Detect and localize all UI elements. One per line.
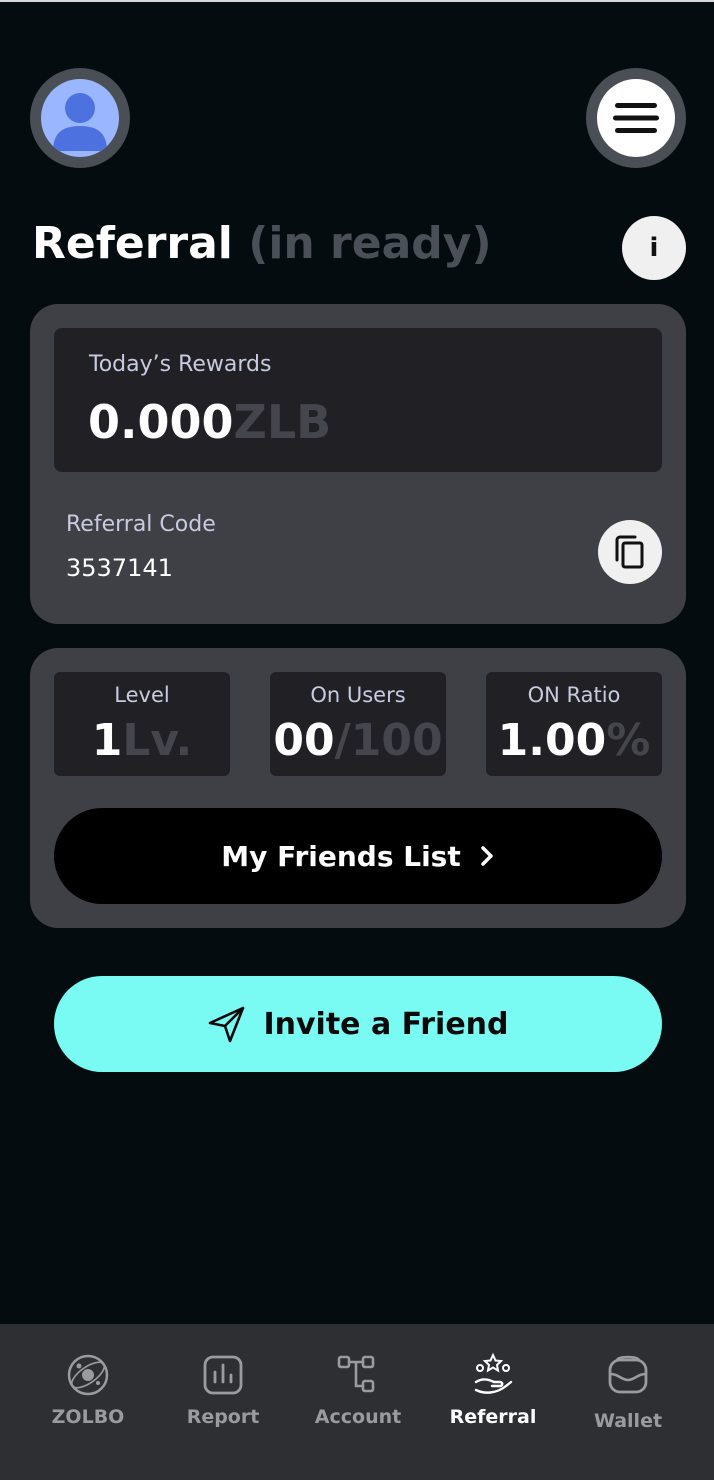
stats-card: Level 1Lv. On Users 00/100 ON Ratio 1.00…	[30, 648, 686, 928]
copy-code-button[interactable]	[598, 520, 662, 584]
level-label: Level	[114, 683, 170, 707]
on-users-max: /100	[334, 715, 443, 766]
nav-item-report[interactable]: Report	[163, 1352, 283, 1428]
todays-rewards-box: Today’s Rewards 0.000ZLB	[54, 328, 662, 472]
on-ratio-value: 1.00	[497, 715, 607, 766]
referral-card: Today’s Rewards 0.000ZLB Referral Code 3…	[30, 304, 686, 624]
rewards-amount: 0.000ZLB	[88, 392, 331, 452]
hamburger-menu-icon	[597, 79, 675, 157]
globe-icon	[67, 1354, 109, 1396]
level-stat: Level 1Lv.	[54, 672, 230, 776]
account-tree-icon	[337, 1355, 375, 1393]
nav-item-zolbo[interactable]: ZOLBO	[28, 1352, 148, 1428]
referral-stars-hand-icon	[474, 1352, 513, 1394]
nav-label-report: Report	[186, 1406, 260, 1428]
info-icon: i	[649, 233, 659, 263]
nav-item-referral[interactable]: Referral	[433, 1352, 553, 1428]
on-users-value-row: 00/100	[270, 714, 446, 768]
chevron-right-icon	[480, 846, 493, 866]
invite-friend-button[interactable]: Invite a Friend	[54, 976, 662, 1072]
page-title-status: (in ready)	[248, 218, 492, 269]
nav-label-account: Account	[314, 1406, 402, 1428]
copy-icon	[615, 535, 644, 569]
my-friends-list-label: My Friends List	[221, 839, 461, 873]
nav-item-wallet[interactable]: Wallet	[568, 1352, 688, 1432]
level-unit: Lv.	[122, 715, 193, 766]
on-users-stat: On Users 00/100	[270, 672, 446, 776]
user-avatar-icon	[41, 79, 119, 157]
invite-friend-label: Invite a Friend	[263, 1006, 509, 1042]
nav-item-account[interactable]: Account	[298, 1352, 418, 1428]
my-friends-list-button[interactable]: My Friends List	[54, 808, 662, 904]
referral-code-label: Referral Code	[66, 512, 216, 537]
menu-button[interactable]	[586, 68, 686, 168]
avatar-button[interactable]	[30, 68, 130, 168]
referral-code-value: 3537141	[66, 554, 173, 582]
bottom-nav: ZOLBO Report Account Referral Wallet	[0, 1324, 714, 1480]
nav-label-referral: Referral	[449, 1406, 537, 1428]
on-ratio-label: ON Ratio	[527, 683, 621, 707]
page-title: Referral (in ready)	[32, 216, 492, 272]
on-users-label: On Users	[310, 683, 406, 707]
nav-label-zolbo: ZOLBO	[51, 1406, 125, 1428]
send-icon	[209, 1006, 245, 1043]
on-ratio-value-row: 1.00%	[486, 714, 662, 768]
rewards-label: Today’s Rewards	[89, 352, 272, 377]
page-title-text: Referral	[32, 218, 233, 269]
info-button[interactable]: i	[622, 216, 686, 280]
referral-screen: Referral (in ready) i Today’s Rewards 0.…	[0, 0, 714, 1480]
on-users-value: 00	[273, 715, 335, 766]
rewards-unit: ZLB	[233, 395, 332, 449]
level-value-row: 1Lv.	[54, 714, 230, 768]
bar-chart-icon	[203, 1355, 243, 1395]
level-value: 1	[91, 715, 123, 766]
on-ratio-stat: ON Ratio 1.00%	[486, 672, 662, 776]
on-ratio-unit: %	[606, 715, 651, 766]
rewards-value: 0.000	[88, 395, 234, 449]
wallet-icon	[608, 1355, 648, 1394]
nav-label-wallet: Wallet	[593, 1410, 663, 1432]
